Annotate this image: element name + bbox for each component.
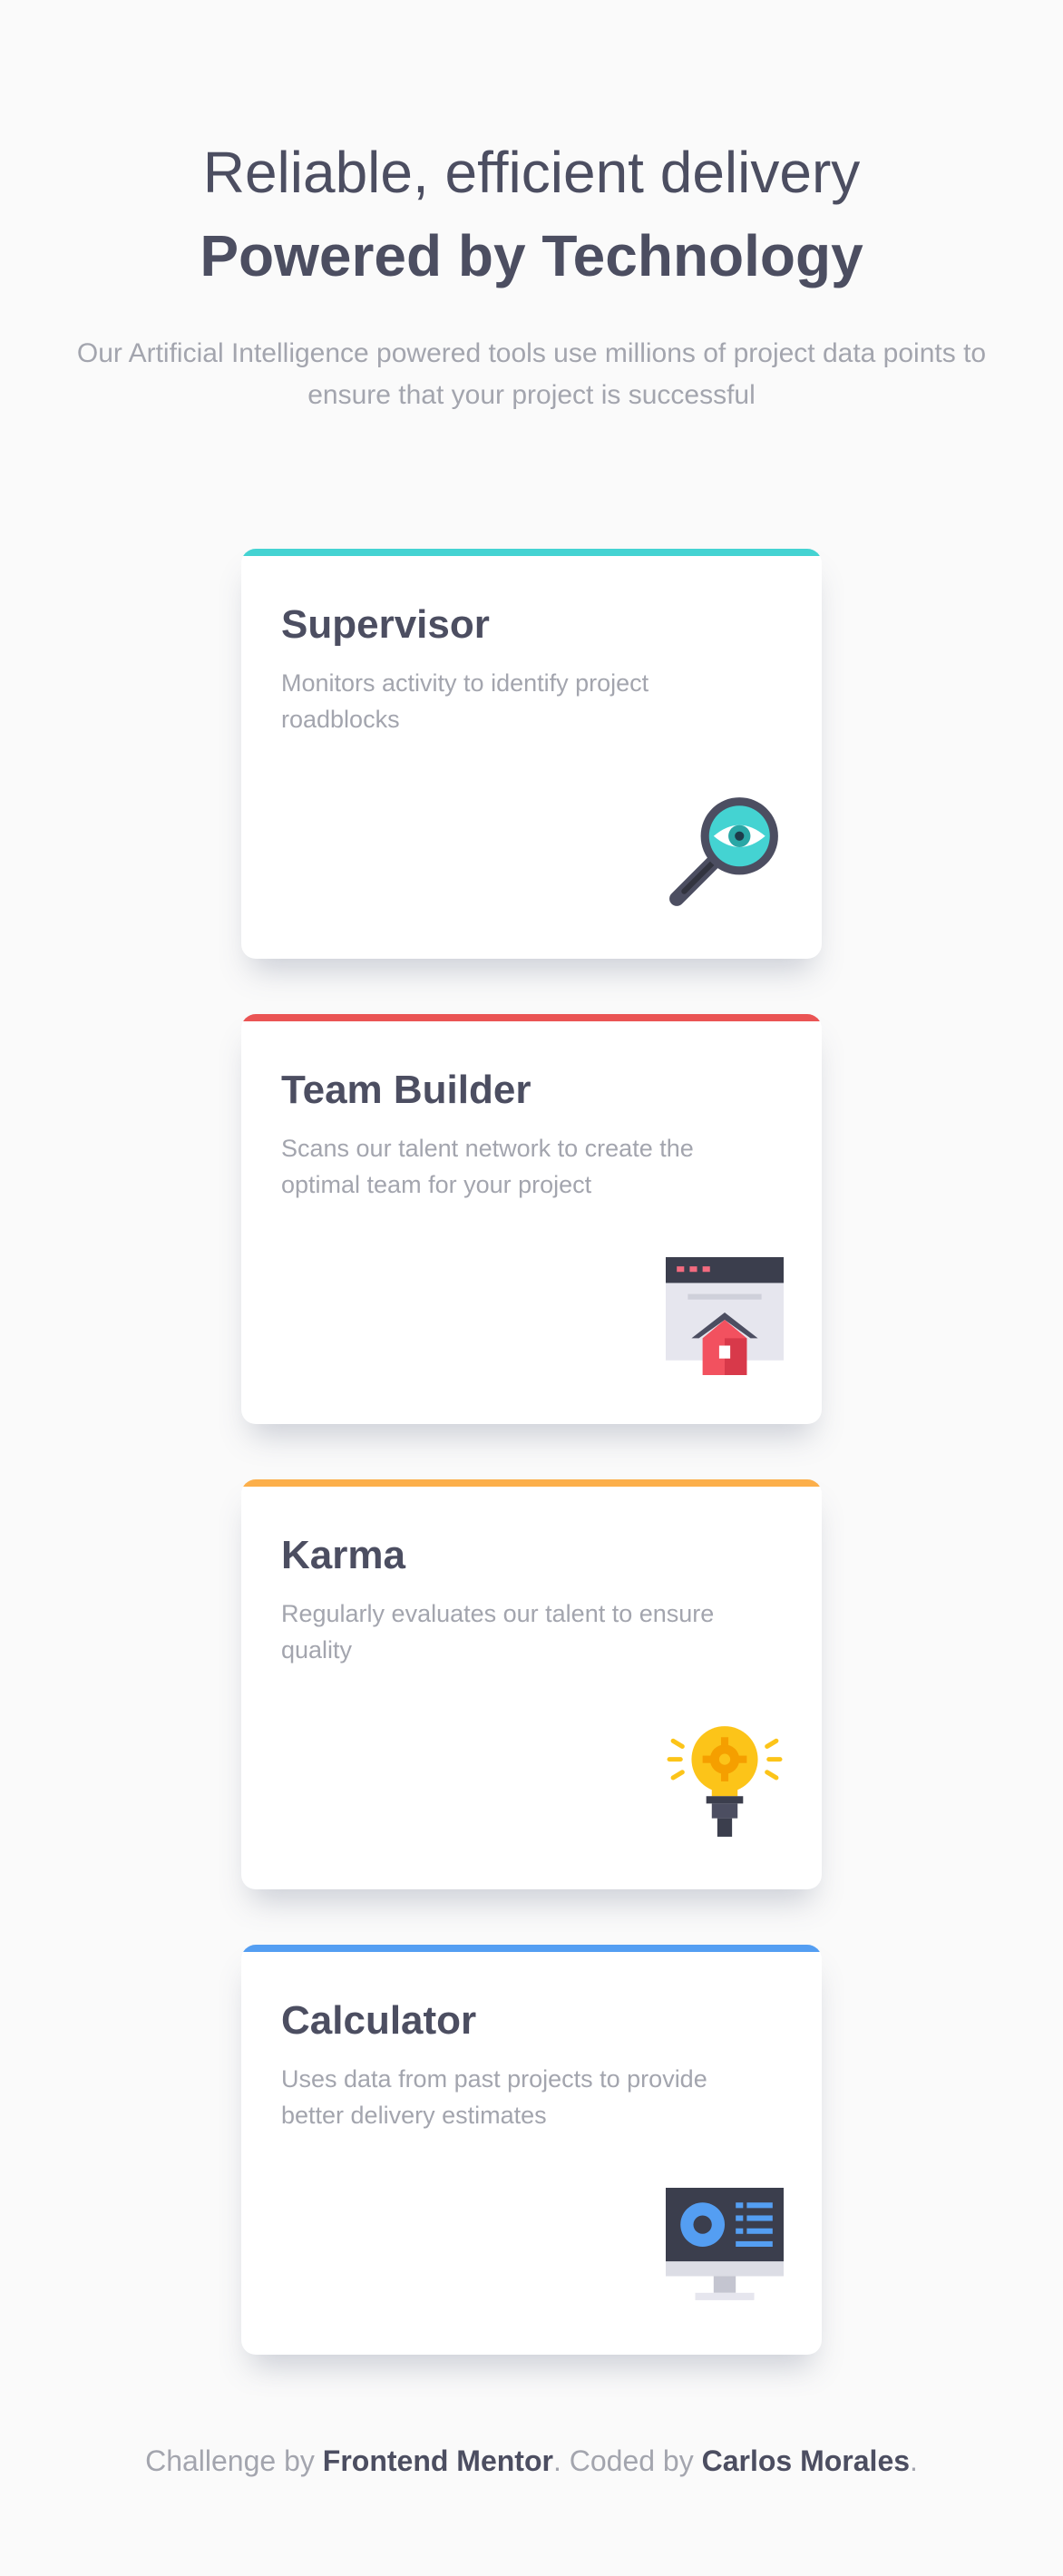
card-accent-bar	[241, 1014, 822, 1021]
card-description: Uses data from past projects to provide …	[281, 2065, 707, 2129]
header-description: Our Artificial Intelligence powered tool…	[76, 338, 987, 410]
footer-middle: . Coded by	[552, 2444, 694, 2477]
card-title: Team Builder	[281, 1068, 532, 1112]
card-title: Supervisor	[281, 602, 490, 647]
author-link[interactable]: Carlos Morales	[702, 2444, 910, 2477]
header-subtitle: Reliable, efficient delivery	[202, 140, 861, 205]
card-accent-bar	[241, 1945, 822, 1952]
card-calculator: Calculator Uses data from past projects …	[241, 1945, 822, 2355]
header-title: Powered by Technology	[200, 223, 863, 288]
card-supervisor: Supervisor Monitors activity to identify…	[241, 549, 822, 959]
magnifier-eye-icon	[666, 792, 784, 910]
card-team-builder: Team Builder Scans our talent network to…	[241, 1014, 822, 1424]
card-description: Monitors activity to identify project ro…	[281, 669, 649, 733]
footer-prefix: Challenge by	[145, 2444, 315, 2477]
card-title: Karma	[281, 1533, 405, 1577]
card-description: Scans our talent network to create the o…	[281, 1135, 694, 1198]
card-accent-bar	[241, 549, 822, 556]
monitor-chart-icon	[666, 2188, 784, 2306]
browser-house-icon	[666, 1257, 784, 1375]
footer-suffix: .	[910, 2444, 918, 2477]
card-description: Regularly evaluates our talent to ensure…	[281, 1600, 715, 1664]
card-accent-bar	[241, 1479, 822, 1487]
frontend-mentor-link[interactable]: Frontend Mentor	[323, 2444, 553, 2477]
attribution-footer: Challenge by Frontend Mentor. Coded by C…	[0, 2444, 1063, 2478]
header: Reliable, efficient delivery Powered by …	[0, 136, 1063, 416]
page: Reliable, efficient delivery Powered by …	[0, 0, 1063, 2576]
lightbulb-gear-icon	[666, 1722, 784, 1840]
card-title: Calculator	[281, 1998, 477, 2043]
card-karma: Karma Regularly evaluates our talent to …	[241, 1479, 822, 1889]
